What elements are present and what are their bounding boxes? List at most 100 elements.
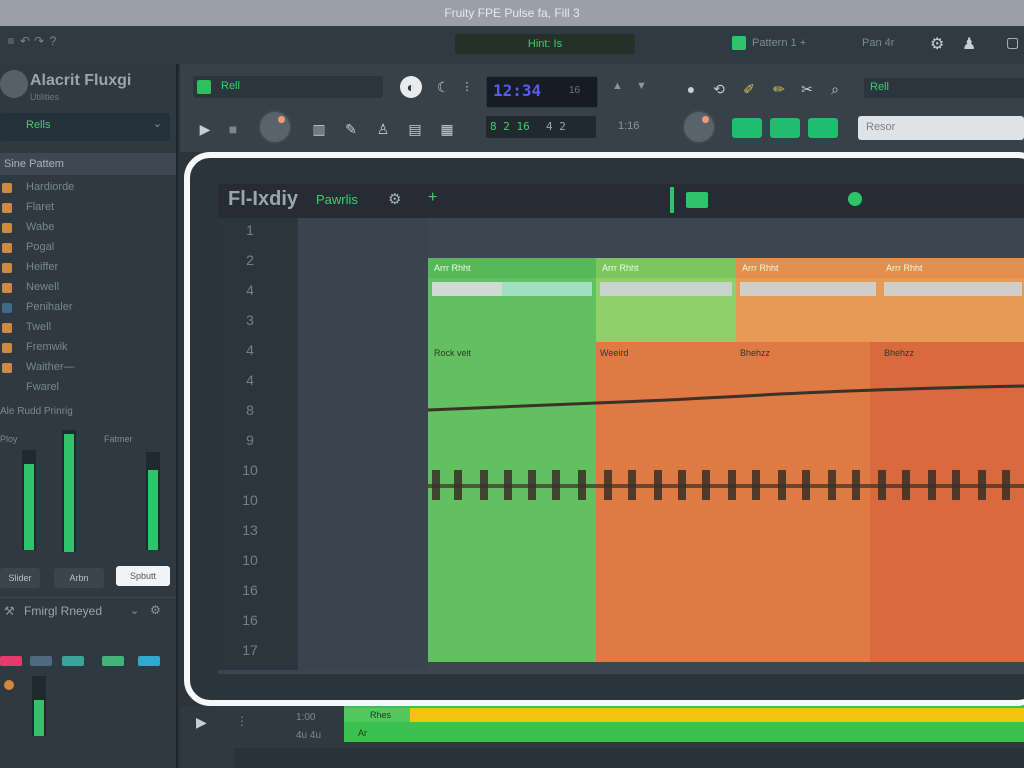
- pattern-field[interactable]: Rell: [193, 76, 383, 98]
- app-name: Alacrit Fluxgi: [30, 72, 132, 89]
- output-field[interactable]: Rell: [864, 78, 1024, 98]
- slice-icon[interactable]: ✂: [796, 78, 818, 100]
- browser-item[interactable]: Heiffer: [0, 258, 170, 278]
- mixer-icon[interactable]: ▥: [308, 118, 330, 140]
- master-volume-knob[interactable]: [258, 110, 292, 144]
- time-readout: 12:34: [493, 81, 542, 100]
- play-icon[interactable]: ▶: [194, 118, 216, 140]
- zoom-icon[interactable]: ⌕: [824, 78, 846, 100]
- step-up-icon[interactable]: ▲: [612, 80, 623, 92]
- browser-item[interactable]: Newell: [0, 278, 170, 298]
- window-title: Fruity FPE Pulse fa, Fill 3: [0, 0, 1024, 26]
- plugin-icon: [2, 303, 12, 313]
- mixer-color-swatch[interactable]: [138, 656, 160, 666]
- person-icon[interactable]: ♟: [962, 34, 976, 54]
- chevron-down-icon: ⌄: [152, 118, 162, 130]
- chevron-down-icon: ⌄: [130, 605, 140, 617]
- mute-indicator[interactable]: [4, 680, 14, 690]
- folder-icon: [2, 243, 12, 253]
- folder-icon: [2, 263, 12, 273]
- folder-icon: [2, 283, 12, 293]
- tempo-readout: 8 2 16: [490, 120, 530, 133]
- tempo-display[interactable]: 8 2 16 4 2: [486, 116, 596, 138]
- wrench-icon: ⚒: [4, 604, 15, 618]
- mixer-color-swatch[interactable]: [0, 656, 22, 666]
- gear-icon[interactable]: ⚙: [150, 603, 161, 617]
- app-subtitle: Utilities: [30, 92, 60, 102]
- step-down-icon[interactable]: ▼: [636, 80, 647, 92]
- arbn-button[interactable]: Arbn: [54, 568, 104, 588]
- menu-icon[interactable]: ≡: [4, 34, 18, 48]
- playlist-highlight-frame: [184, 152, 1024, 706]
- mixer-color-swatch[interactable]: [62, 656, 84, 666]
- browser-header: Sine Pattem: [0, 153, 176, 175]
- mixer-color-swatch[interactable]: [30, 656, 52, 666]
- browser-item[interactable]: Fremwik: [0, 338, 170, 358]
- preset-name: Fmirgl Rneyed: [24, 604, 103, 618]
- app-logo: [0, 70, 28, 98]
- bottom-time: 1:00: [296, 712, 316, 723]
- song-mode-button[interactable]: [770, 118, 800, 138]
- undo-icon[interactable]: ↶: [18, 34, 32, 48]
- pencil-icon[interactable]: ✎: [340, 118, 362, 140]
- browser-item[interactable]: Fwarel: [0, 378, 170, 398]
- browser-item[interactable]: Pogal: [0, 238, 170, 258]
- pan-status[interactable]: Pan 4r: [862, 37, 894, 49]
- level-meter: [22, 450, 36, 550]
- pattern-led-icon: [197, 80, 211, 94]
- misc-label: 1:16: [618, 120, 640, 132]
- timeline-label: Ar: [358, 728, 367, 738]
- record-icon[interactable]: ●: [680, 78, 702, 100]
- timeline-label: Rhes: [370, 710, 392, 720]
- help-icon[interactable]: ?: [46, 34, 60, 48]
- folder-select-value: Rells: [26, 119, 51, 131]
- mixer-color-swatch[interactable]: [102, 656, 124, 666]
- redo-icon[interactable]: ↷: [32, 34, 46, 48]
- paint-icon[interactable]: ✏: [768, 78, 790, 100]
- browser-item[interactable]: Wabe: [0, 218, 170, 238]
- preset-row[interactable]: ⚒ Fmirgl Rneyed ⌄ ⚙: [0, 597, 176, 626]
- browser-item[interactable]: Flaret: [0, 198, 170, 218]
- step-icon[interactable]: ⋮: [236, 714, 248, 728]
- stop-icon[interactable]: ■: [222, 118, 244, 140]
- record-mode-button[interactable]: [808, 118, 838, 138]
- slider-button[interactable]: Slider: [0, 568, 40, 588]
- preset-search-input[interactable]: Resor: [858, 116, 1024, 140]
- browser-item[interactable]: Hardiorde: [0, 178, 170, 198]
- level-meter: [62, 430, 76, 552]
- tempo-extra: 4 2: [546, 120, 566, 133]
- play-icon[interactable]: ▶: [196, 714, 207, 731]
- plugin-icon[interactable]: ♙: [372, 118, 394, 140]
- time-sub: 16: [569, 85, 581, 96]
- browser-item[interactable]: Twell: [0, 318, 170, 338]
- spbutt-button[interactable]: Spbutt: [116, 566, 170, 586]
- piano-roll-icon[interactable]: ▤: [404, 118, 426, 140]
- pitch-knob[interactable]: [682, 110, 716, 144]
- horizontal-scrollbar[interactable]: [234, 748, 1024, 768]
- draw-icon[interactable]: ✐: [738, 78, 760, 100]
- hint-bar: Hint: Is: [455, 34, 635, 54]
- dots-icon[interactable]: ⋮: [456, 76, 478, 98]
- pattern-status[interactable]: Pattern 1 +: [752, 37, 806, 49]
- time-display: 12:34 16: [486, 76, 598, 108]
- folder-icon: [2, 223, 12, 233]
- channel-rack-icon[interactable]: ▦: [436, 118, 458, 140]
- metronome-icon[interactable]: ◐: [400, 76, 422, 98]
- pattern-mode-button[interactable]: [732, 118, 762, 138]
- folder-icon: [2, 343, 12, 353]
- gear-icon[interactable]: ⚙: [930, 34, 944, 54]
- record-led-icon[interactable]: [732, 36, 746, 50]
- channel-fader[interactable]: [32, 676, 46, 736]
- moon-icon[interactable]: ☾: [432, 76, 454, 98]
- mixer-label: Ale Rudd Prinrig: [0, 406, 73, 417]
- browser-item[interactable]: Penihaler: [0, 298, 170, 318]
- loop-icon[interactable]: ⟲: [708, 78, 730, 100]
- window-icon[interactable]: ▢: [1006, 34, 1019, 51]
- folder-icon: [2, 323, 12, 333]
- folder-select[interactable]: Rells ⌄: [0, 113, 170, 141]
- folder-icon: [2, 363, 12, 373]
- level-meter: [146, 452, 160, 550]
- mixer-column-label: Fatmer: [104, 434, 133, 444]
- browser-item[interactable]: Waither—: [0, 358, 170, 378]
- timeline-track-yellow[interactable]: [410, 708, 1024, 722]
